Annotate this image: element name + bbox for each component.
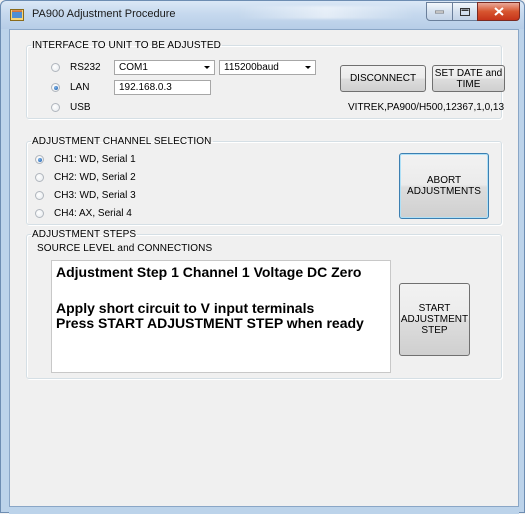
minimize-button[interactable] <box>426 2 453 21</box>
chevron-down-icon <box>305 66 311 69</box>
app-icon <box>10 9 24 21</box>
device-id-label: VITREK,PA900/H500,12367,1,0,13 <box>348 102 505 113</box>
radio-usb[interactable]: USB <box>51 102 91 113</box>
maximize-button[interactable] <box>452 2 478 21</box>
radio-rs232-button[interactable] <box>51 63 60 72</box>
radio-ch2-label: CH2: WD, Serial 2 <box>54 172 136 183</box>
radio-ch1-button[interactable] <box>35 155 44 164</box>
radio-lan[interactable]: LAN <box>51 82 89 93</box>
radio-ch4[interactable]: CH4: AX, Serial 4 <box>35 208 132 219</box>
radio-ch2-button[interactable] <box>35 173 44 182</box>
instruction-line-1: Apply short circuit to V input terminals <box>56 300 315 316</box>
radio-rs232-label: RS232 <box>70 62 101 73</box>
radio-usb-label: USB <box>70 102 91 113</box>
set-date-time-button[interactable]: SET DATE and TIME <box>432 65 505 92</box>
interface-group-legend: INTERFACE TO UNIT TO BE ADJUSTED <box>32 40 221 51</box>
radio-ch1[interactable]: CH1: WD, Serial 1 <box>35 154 136 165</box>
radio-ch3-button[interactable] <box>35 191 44 200</box>
steps-group-legend: ADJUSTMENT STEPS <box>32 229 137 240</box>
radio-usb-button[interactable] <box>51 103 60 112</box>
radio-ch1-label: CH1: WD, Serial 1 <box>54 154 136 165</box>
instruction-panel: Adjustment Step 1 Channel 1 Voltage DC Z… <box>51 260 391 373</box>
radio-ch4-button[interactable] <box>35 209 44 218</box>
title-bar[interactable]: PA900 Adjustment Procedure <box>1 1 524 29</box>
close-icon <box>493 7 504 16</box>
disconnect-button[interactable]: DISCONNECT <box>340 65 426 92</box>
radio-ch3-label: CH3: WD, Serial 3 <box>54 190 136 201</box>
ip-address-field[interactable]: 192.168.0.3 <box>114 80 211 95</box>
baud-rate-dropdown[interactable]: 115200baud <box>219 60 316 75</box>
maximize-icon <box>460 7 470 16</box>
baud-rate-value: 115200baud <box>224 62 279 73</box>
source-level-legend: SOURCE LEVEL and CONNECTIONS <box>37 243 213 254</box>
close-button[interactable] <box>477 2 520 21</box>
radio-lan-button[interactable] <box>51 83 60 92</box>
title-reflection <box>236 6 416 19</box>
radio-lan-label: LAN <box>70 82 90 93</box>
minimize-icon <box>435 10 444 13</box>
radio-ch4-label: CH4: AX, Serial 4 <box>54 208 132 219</box>
start-adjustment-step-button[interactable]: START ADJUSTMENT STEP <box>399 283 470 356</box>
radio-ch2[interactable]: CH2: WD, Serial 2 <box>35 172 136 183</box>
radio-ch3[interactable]: CH3: WD, Serial 3 <box>35 190 136 201</box>
step-title: Adjustment Step 1 Channel 1 Voltage DC Z… <box>56 264 362 280</box>
com-port-dropdown[interactable]: COM1 <box>114 60 215 75</box>
com-port-value: COM1 <box>119 62 148 73</box>
instruction-line-2: Press START ADJUSTMENT STEP when ready <box>56 315 364 331</box>
radio-rs232[interactable]: RS232 <box>51 62 101 73</box>
app-window: PA900 Adjustment Procedure INTERFACE TO … <box>0 0 525 514</box>
window-title: PA900 Adjustment Procedure <box>32 8 176 20</box>
chevron-down-icon <box>204 66 210 69</box>
ip-address-value: 192.168.0.3 <box>119 82 172 93</box>
client-area: INTERFACE TO UNIT TO BE ADJUSTED RS232 L… <box>9 29 519 507</box>
abort-adjustments-button[interactable]: ABORT ADJUSTMENTS <box>399 153 489 219</box>
channel-group-legend: ADJUSTMENT CHANNEL SELECTION <box>32 136 212 147</box>
